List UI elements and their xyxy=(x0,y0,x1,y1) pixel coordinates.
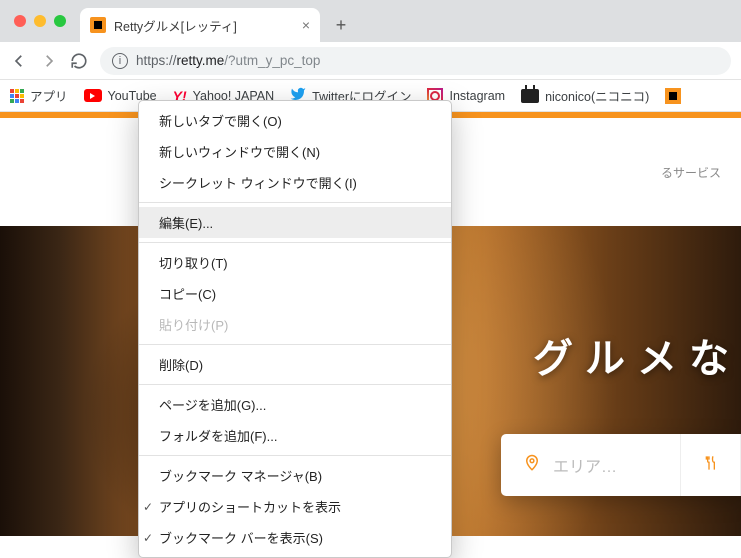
window-minimize-button[interactable] xyxy=(34,15,46,27)
context-menu-separator xyxy=(139,344,451,345)
browser-toolbar: i https://retty.me/?utm_y_pc_top xyxy=(0,42,741,80)
context-menu-item-label: 貼り付け(P) xyxy=(159,315,228,334)
site-info-icon[interactable]: i xyxy=(112,53,128,69)
search-area-field[interactable]: エリア… xyxy=(501,434,681,496)
browser-tab-active[interactable]: Rettyグルメ[レッティ] × xyxy=(80,8,320,42)
context-menu-item[interactable]: フォルダを追加(F)... xyxy=(139,420,451,451)
context-menu-item-label: ブックマーク マネージャ(B) xyxy=(159,466,322,485)
bookmark-label: Instagram xyxy=(449,89,505,103)
header-tagline: るサービス xyxy=(661,164,721,181)
url-text: https://retty.me/?utm_y_pc_top xyxy=(136,53,320,68)
check-icon: ✓ xyxy=(143,531,153,545)
context-menu-item[interactable]: ✓ ブックマーク バーを表示(S) xyxy=(139,522,451,553)
context-menu-item-label: ページを追加(G)... xyxy=(159,395,266,414)
apps-grid-icon xyxy=(10,89,24,103)
context-menu-item[interactable]: ✓ アプリのショートカットを表示 xyxy=(139,491,451,522)
context-menu-item[interactable]: 削除(D) xyxy=(139,349,451,380)
favicon-icon xyxy=(90,17,106,33)
search-category-field[interactable] xyxy=(681,434,741,496)
reload-button[interactable] xyxy=(70,52,88,70)
context-menu-separator xyxy=(139,455,451,456)
context-menu-item-label: 新しいウィンドウで開く(N) xyxy=(159,142,320,161)
check-icon: ✓ xyxy=(143,500,153,514)
map-pin-icon xyxy=(523,452,541,479)
hero-headline: グルメな xyxy=(533,326,741,384)
bookmark-favicon-icon xyxy=(665,88,681,104)
context-menu-item[interactable]: シークレット ウィンドウで開く(I) xyxy=(139,167,451,198)
forward-button[interactable] xyxy=(40,52,58,70)
cutlery-icon xyxy=(703,453,719,478)
bookmark-unknown[interactable] xyxy=(665,88,681,104)
tab-close-button[interactable]: × xyxy=(302,17,310,33)
address-bar[interactable]: i https://retty.me/?utm_y_pc_top xyxy=(100,47,731,75)
context-menu-item-label: 削除(D) xyxy=(159,355,203,374)
context-menu-item[interactable]: 編集(E)... xyxy=(139,207,451,238)
context-menu: 新しいタブで開く(O) 新しいウィンドウで開く(N) シークレット ウィンドウで開く… xyxy=(138,100,452,558)
context-menu-item[interactable]: 新しいウィンドウで開く(N) xyxy=(139,136,451,167)
context-menu-item-label: ブックマーク バーを表示(S) xyxy=(159,528,323,547)
context-menu-item-label: シークレット ウィンドウで開く(I) xyxy=(159,173,357,192)
context-menu-item[interactable]: 切り取り(T) xyxy=(139,247,451,278)
bookmarks-apps-label: アプリ xyxy=(30,86,68,105)
context-menu-separator xyxy=(139,384,451,385)
search-bar: エリア… xyxy=(501,434,741,496)
context-menu-item-label: 新しいタブで開く(O) xyxy=(159,111,282,130)
context-menu-item[interactable]: コピー(C) xyxy=(139,278,451,309)
bookmark-niconico[interactable]: niconico(ニコニコ) xyxy=(521,86,649,105)
context-menu-separator xyxy=(139,202,451,203)
context-menu-item[interactable]: ページを追加(G)... xyxy=(139,389,451,420)
context-menu-item-label: アプリのショートカットを表示 xyxy=(159,497,341,516)
window-maximize-button[interactable] xyxy=(54,15,66,27)
browser-tabstrip: Rettyグルメ[レッティ] × + xyxy=(80,0,741,42)
niconico-icon xyxy=(521,89,539,103)
tab-title: Rettyグルメ[レッティ] xyxy=(114,16,237,35)
context-menu-item[interactable]: ブックマーク マネージャ(B) xyxy=(139,460,451,491)
context-menu-item: 貼り付け(P) xyxy=(139,309,451,340)
bookmark-label: niconico(ニコニコ) xyxy=(545,86,649,105)
context-menu-item-label: 切り取り(T) xyxy=(159,253,228,272)
context-menu-item[interactable]: 新しいタブで開く(O) xyxy=(139,105,451,136)
search-area-placeholder: エリア… xyxy=(553,453,617,477)
context-menu-separator xyxy=(139,242,451,243)
back-button[interactable] xyxy=(10,52,28,70)
context-menu-item-label: コピー(C) xyxy=(159,284,216,303)
youtube-icon xyxy=(84,89,102,102)
context-menu-item-label: 編集(E)... xyxy=(159,213,213,232)
window-close-button[interactable] xyxy=(14,15,26,27)
bookmarks-apps-button[interactable]: アプリ xyxy=(10,86,68,105)
new-tab-button[interactable]: + xyxy=(326,10,356,40)
context-menu-item-label: フォルダを追加(F)... xyxy=(159,426,277,445)
